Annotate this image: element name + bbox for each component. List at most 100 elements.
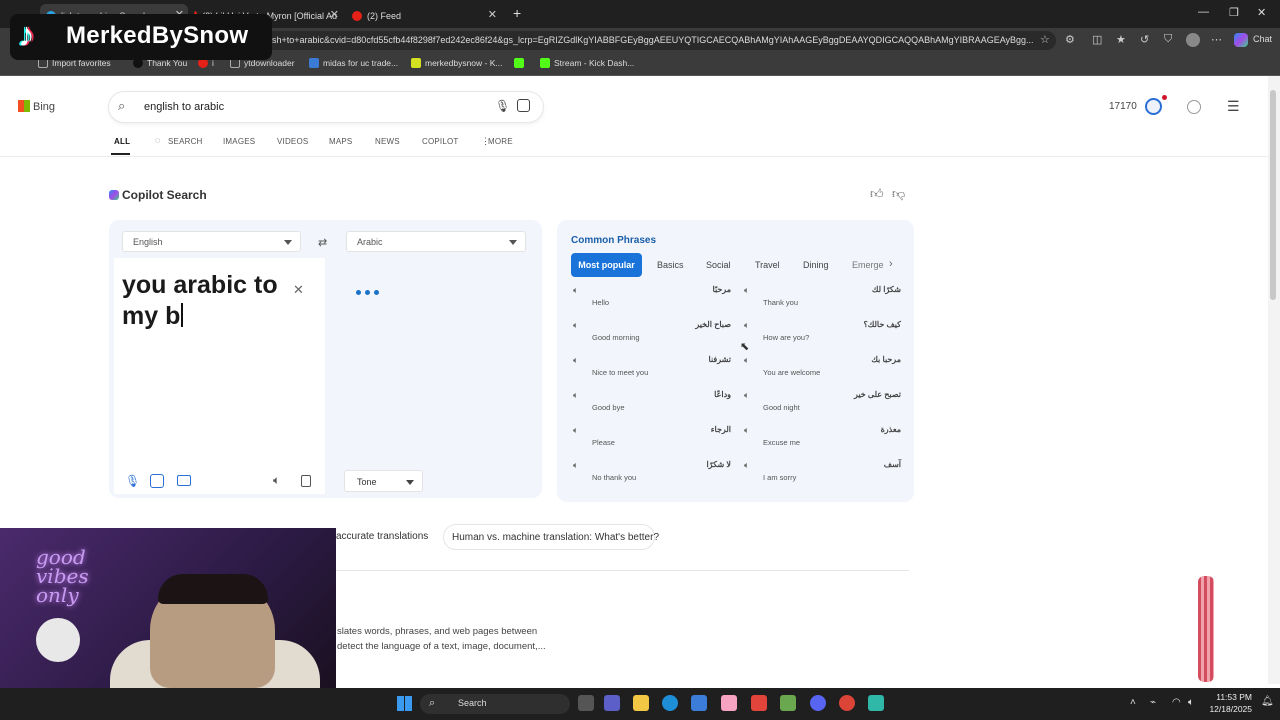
tab-maps[interactable]: MAPS — [329, 137, 352, 146]
phrase-arabic[interactable]: مرحبًا — [641, 285, 732, 294]
phrase-arabic[interactable]: الرجاء — [641, 425, 731, 434]
tone-select[interactable]: Tone — [344, 470, 423, 492]
microsoft-logo-icon[interactable] — [18, 100, 30, 112]
microphone-icon[interactable]: 🎙 — [495, 99, 510, 113]
tab-travel[interactable]: Travel — [755, 260, 780, 270]
tab-more[interactable]: MORE — [488, 137, 513, 146]
history-icon[interactable]: ↺ — [1140, 33, 1149, 46]
minimize-icon[interactable]: — — [1198, 6, 1209, 18]
phrase-speaker-icon[interactable]: 🔈︎ — [744, 285, 749, 296]
edge-icon[interactable] — [662, 695, 678, 711]
fav-stream-kick[interactable]: Stream - Kick Dash... — [540, 58, 634, 68]
taskbar-clock[interactable]: 11:53 PM 12/18/2025 — [1206, 691, 1252, 715]
shield-icon[interactable]: ⛉ — [1164, 33, 1172, 46]
tab-copilot[interactable]: COPILOT — [422, 137, 459, 146]
more-menu-icon[interactable]: ⋯ — [1211, 33, 1222, 46]
phrase-speaker-icon[interactable]: 🔈︎ — [744, 390, 749, 401]
phrase-arabic[interactable]: تشرفنا — [641, 355, 731, 364]
search-input[interactable]: english to arabic — [144, 101, 224, 113]
discord-icon[interactable] — [810, 695, 826, 711]
phrase-arabic[interactable]: تصبح على خير — [811, 390, 901, 399]
chevron-right-icon[interactable]: › — [889, 258, 893, 270]
fav-midas[interactable]: midas for uc trade... — [309, 58, 398, 68]
rewards-medal-icon[interactable] — [1145, 98, 1162, 115]
search-icon[interactable]: ⌕ — [118, 98, 125, 114]
phrase-speaker-icon[interactable]: 🔈︎ — [744, 355, 749, 366]
copy-icon[interactable] — [301, 475, 311, 487]
fav-merkedbysnow[interactable]: merkedbysnow - K... — [411, 58, 502, 68]
phrase-speaker-icon[interactable]: 🔈︎ — [744, 320, 749, 331]
phrase-speaker-icon[interactable]: 🔈︎ — [573, 355, 578, 366]
taskbar-search[interactable]: Search — [420, 694, 570, 714]
tab-most-popular[interactable]: Most popular — [571, 253, 642, 277]
favorite-star-icon[interactable]: ☆ — [1040, 33, 1050, 46]
favorites-icon[interactable]: ★ — [1116, 33, 1126, 46]
tab-news[interactable]: NEWS — [375, 137, 400, 146]
phrase-arabic[interactable]: صباح الخير — [641, 320, 731, 329]
store-icon[interactable] — [691, 695, 707, 711]
tab-all[interactable]: ALL — [114, 137, 130, 146]
rewards-count[interactable]: 17170 — [1109, 101, 1137, 112]
scrollbar-thumb[interactable] — [1270, 90, 1276, 300]
volume-icon[interactable]: 🔈︎ — [1188, 697, 1194, 708]
extensions-icon[interactable]: ⚙ — [1065, 33, 1075, 46]
account-icon[interactable] — [1187, 100, 1201, 114]
app-icon[interactable] — [751, 695, 767, 711]
teams-icon[interactable] — [604, 695, 620, 711]
phrase-arabic[interactable]: لا شكرًا — [641, 460, 731, 469]
tab-emergency[interactable]: Emerge — [852, 260, 884, 270]
app-icon[interactable] — [868, 695, 884, 711]
phrase-speaker-icon[interactable]: 🔈︎ — [573, 460, 578, 471]
tab-social[interactable]: Social — [706, 260, 731, 270]
related-chip-accurate-translations[interactable]: accurate translations — [336, 524, 436, 550]
network-icon[interactable]: ⌁ — [1150, 697, 1156, 708]
camera-translate-icon[interactable] — [150, 474, 164, 488]
new-tab-icon[interactable]: + — [513, 5, 521, 21]
phrase-arabic[interactable]: شكرًا لك — [811, 285, 901, 294]
tab-search[interactable]: SEARCH — [168, 137, 203, 146]
hamburger-menu-icon[interactable]: ☰ — [1227, 98, 1240, 115]
phrase-arabic[interactable]: معذرة — [811, 425, 901, 434]
related-chip-human-vs-machine[interactable]: Human vs. machine translation: What's be… — [443, 524, 659, 550]
microphone-icon[interactable]: 🎙 — [125, 474, 140, 488]
speaker-icon[interactable]: 🔈︎ — [273, 473, 280, 488]
windows-start-icon[interactable] — [397, 696, 412, 711]
maximize-icon[interactable]: ❐ — [1229, 6, 1239, 19]
bing-logo-text[interactable]: Bing — [33, 101, 55, 113]
wifi-icon[interactable]: ◠ — [1172, 697, 1181, 708]
phrase-speaker-icon[interactable]: 🔈︎ — [573, 425, 578, 436]
source-language-select[interactable]: English — [122, 231, 301, 252]
profile-avatar[interactable] — [1186, 33, 1200, 47]
app-icon[interactable] — [780, 695, 796, 711]
thumbs-down-icon[interactable]: 👎︎ — [892, 186, 905, 202]
phrase-speaker-icon[interactable]: 🔈︎ — [573, 285, 578, 296]
phrase-speaker-icon[interactable]: 🔈︎ — [744, 425, 749, 436]
source-text-input[interactable]: you arabic to my b — [122, 270, 292, 332]
visual-search-icon[interactable] — [517, 99, 530, 112]
copilot-icon[interactable] — [1234, 33, 1248, 47]
phrase-speaker-icon[interactable]: 🔈︎ — [573, 390, 578, 401]
split-screen-icon[interactable]: ◫ — [1092, 33, 1102, 46]
chevron-up-icon[interactable]: ˄ — [1130, 697, 1136, 708]
phrase-arabic[interactable]: كيف حالك؟ — [811, 320, 901, 329]
tab-videos[interactable]: VIDEOS — [277, 137, 308, 146]
close-tab-icon[interactable]: ✕ — [488, 8, 497, 21]
fav-kick[interactable] — [514, 58, 524, 68]
address-bar[interactable]: ish+to+arabic&cvid=d80cfd55cfb44f8298f7e… — [250, 31, 1056, 50]
chat-label[interactable]: Chat — [1253, 34, 1272, 44]
file-explorer-icon[interactable] — [633, 695, 649, 711]
keyboard-icon[interactable] — [177, 475, 191, 486]
tab-dining[interactable]: Dining — [803, 260, 829, 270]
swap-languages-icon[interactable]: ⇄ — [318, 236, 327, 249]
notifications-icon[interactable]: 🔔︎ — [1261, 696, 1274, 707]
target-language-select[interactable]: Arabic — [346, 231, 526, 252]
tab-images[interactable]: IMAGES — [223, 137, 255, 146]
tab-basics[interactable]: Basics — [657, 260, 684, 270]
clear-text-icon[interactable]: ✕ — [293, 282, 304, 298]
phrase-arabic[interactable]: مرحبا بك — [811, 355, 901, 364]
chrome-icon[interactable] — [839, 695, 855, 711]
task-view-icon[interactable] — [578, 695, 594, 711]
phrase-speaker-icon[interactable]: 🔈︎ — [573, 320, 578, 331]
tab-feed[interactable]: (2) Feed ✕ — [346, 4, 501, 28]
phrase-speaker-icon[interactable]: 🔈︎ — [744, 460, 749, 471]
